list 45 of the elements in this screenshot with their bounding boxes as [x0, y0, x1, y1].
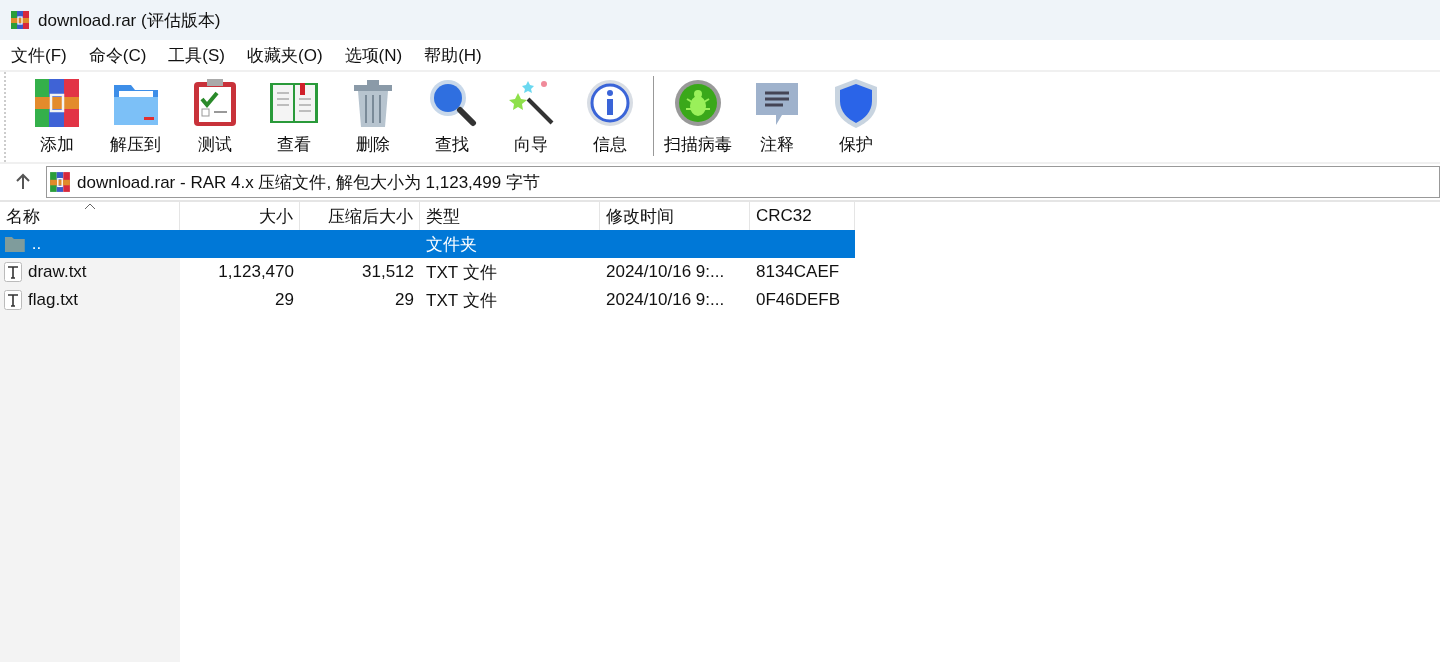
- menu-item[interactable]: 帮助(H): [413, 43, 493, 67]
- folder-icon: [4, 235, 26, 253]
- table-cell-text: 2024/10/16 9:...: [605, 290, 726, 310]
- file-row[interactable]: draw.txt 1,123,470 31,512 TXT 文件 2024/10/16 9:... 8134CAEF: [0, 258, 855, 286]
- toolbar-button[interactable]: 向导: [491, 72, 570, 162]
- toolbar-button[interactable]: 保护: [816, 72, 895, 162]
- toolbar-button[interactable]: 添加: [17, 72, 96, 162]
- text-file-icon: [4, 290, 22, 310]
- file-name: ..: [31, 234, 43, 254]
- table-cell-text: TXT 文件: [425, 261, 498, 284]
- info-icon: [584, 77, 635, 129]
- menu-item[interactable]: 收藏夹(O): [236, 43, 334, 67]
- menu-item[interactable]: 命令(C): [77, 43, 158, 67]
- table-cell-text: 1,123,470: [217, 262, 295, 282]
- menu-item[interactable]: 选项(N): [333, 43, 414, 67]
- bug-icon: [672, 77, 723, 129]
- window-title: download.rar (评估版本): [38, 9, 221, 32]
- table-cell-text: 29: [274, 290, 295, 310]
- file-row[interactable]: flag.txt 29 29 TXT 文件 2024/10/16 9:... 0F46DEFB: [0, 286, 855, 314]
- table-cell-text: 0F46DEFB: [755, 290, 842, 310]
- table-cell-text: TXT 文件: [425, 289, 498, 312]
- file-name: draw.txt: [28, 262, 88, 282]
- archive-icon: [49, 171, 71, 193]
- file-row[interactable]: .. 文件夹: [0, 230, 855, 258]
- toolbar-button[interactable]: 删除: [333, 72, 412, 162]
- table-cell-text: 31,512: [361, 262, 415, 282]
- up-arrow-icon: [14, 173, 32, 191]
- table-cell-text: 8134CAEF: [755, 262, 841, 282]
- toolbar-button[interactable]: 测试: [175, 72, 254, 162]
- toolbar-button[interactable]: 注释: [737, 72, 816, 162]
- address-text: download.rar - RAR 4.x 压缩文件, 解包大小为 1,123,499 字节: [77, 171, 540, 194]
- table-cell-text: 2024/10/16 9:...: [605, 262, 726, 282]
- menu-item[interactable]: 文件(F): [0, 43, 78, 67]
- table-cell-text: 29: [394, 290, 415, 310]
- menu-item[interactable]: 工具(S): [157, 43, 236, 67]
- text-file-icon: [4, 262, 22, 282]
- address-field[interactable]: download.rar - RAR 4.x 压缩文件, 解包大小为 1,123,499 字节: [46, 166, 1440, 198]
- archive-icon: [10, 10, 30, 30]
- table-cell-text: 文件夹: [425, 233, 478, 256]
- toolbar-button[interactable]: 信息: [570, 72, 649, 162]
- toolbar-button[interactable]: 解压到: [96, 72, 175, 162]
- toolbar-button[interactable]: 扫描病毒: [658, 72, 737, 162]
- file-name: flag.txt: [28, 290, 80, 310]
- toolbar-button[interactable]: 查找: [412, 72, 491, 162]
- toolbar-button[interactable]: 查看: [254, 72, 333, 162]
